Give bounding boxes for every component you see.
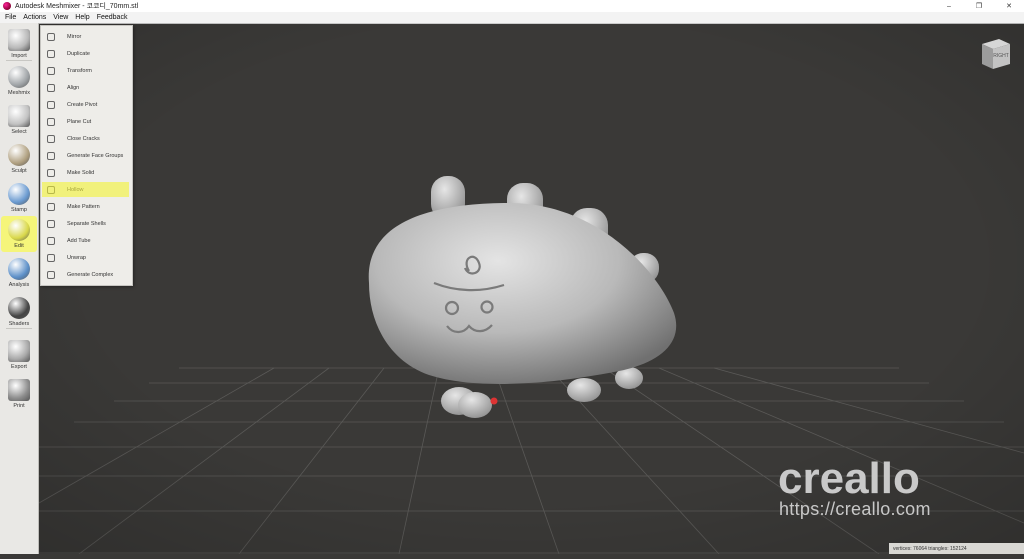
edit-submenu: Mirror Duplicate Transform Align Create Pivo… — [40, 25, 133, 286]
meshmixer-app-icon — [3, 2, 11, 10]
close-cracks-icon — [47, 134, 55, 143]
mirror-icon — [47, 32, 55, 41]
tool-select[interactable]: Select — [1, 102, 37, 138]
tool-sculpt[interactable]: Sculpt — [1, 141, 37, 177]
meshmix-icon — [8, 66, 30, 88]
left-toolbar: Import Meshmix Select Sculpt Stamp Edit Analys… — [0, 23, 39, 554]
shaders-icon — [8, 297, 30, 319]
edit-menu-align[interactable]: Align — [42, 80, 129, 95]
print-icon — [8, 379, 30, 401]
separate-shells-icon — [47, 219, 55, 228]
edit-menu-label: Mirror — [67, 33, 82, 40]
tool-label: Meshmix — [7, 90, 30, 96]
edit-menu-duplicate[interactable]: Duplicate — [42, 46, 129, 61]
unwrap-icon — [47, 253, 55, 262]
transform-icon — [47, 66, 55, 75]
edit-menu-separate-shells[interactable]: Separate Shells — [42, 216, 129, 231]
analysis-icon — [8, 258, 30, 280]
toolbar-divider — [6, 60, 32, 61]
edit-menu-label: Plane Cut — [67, 118, 92, 125]
edit-menu-label: Separate Shells — [67, 220, 106, 227]
make-pattern-icon — [47, 202, 55, 211]
mesh-stats: vertices: 76064 triangles: 152124 — [893, 545, 967, 552]
title-bar: Autodesk Meshmixer - 코코디_70mm.stl – ❐ ✕ — [0, 0, 1024, 12]
tool-label: Import — [11, 53, 27, 59]
toolbar-divider — [6, 328, 32, 329]
add-tube-icon — [47, 236, 55, 245]
tool-label: Export — [11, 364, 27, 370]
tool-label: Print — [13, 403, 25, 409]
view-cube[interactable]: RIGHT — [979, 36, 1013, 72]
status-bar: vertices: 76064 triangles: 152124 — [889, 543, 1024, 554]
edit-menu-generate-complex[interactable]: Generate Complex — [42, 267, 129, 282]
plane-cut-icon — [47, 117, 55, 126]
export-icon — [8, 340, 30, 362]
edit-menu-label: Close Cracks — [67, 135, 100, 142]
stamp-icon — [8, 183, 30, 205]
menu-feedback[interactable]: Feedback — [97, 14, 128, 21]
edit-menu-label: Generate Complex — [67, 271, 114, 278]
edit-menu-label: Create Pivot — [67, 101, 98, 108]
tool-export[interactable]: Export — [1, 337, 37, 373]
duplicate-icon — [47, 49, 55, 58]
hollow-icon — [47, 185, 55, 194]
edit-menu-label: Hollow — [67, 186, 84, 193]
tool-meshmix[interactable]: Meshmix — [1, 63, 37, 99]
window-title: Autodesk Meshmixer - 코코디_70mm.stl — [15, 3, 139, 10]
edit-menu-hollow[interactable]: Hollow — [42, 182, 129, 197]
view-cube-label: RIGHT — [993, 53, 1009, 59]
edit-menu-label: Align — [67, 84, 80, 91]
select-icon — [8, 105, 30, 127]
sculpt-icon — [8, 144, 30, 166]
menu-view[interactable]: View — [53, 14, 68, 21]
tool-label: Select — [11, 129, 27, 135]
edit-menu-mirror[interactable]: Mirror — [42, 29, 129, 44]
pivot-marker — [490, 397, 498, 405]
menu-help[interactable]: Help — [75, 14, 89, 21]
tool-shaders[interactable]: Shaders — [1, 294, 37, 330]
edit-menu-label: Generate Face Groups — [67, 152, 124, 159]
close-button[interactable]: ✕ — [994, 0, 1024, 12]
minimize-button[interactable]: – — [934, 0, 964, 12]
tool-stamp[interactable]: Stamp — [1, 180, 37, 216]
edit-menu-make-pattern[interactable]: Make Pattern — [42, 199, 129, 214]
edit-menu-label: Add Tube — [67, 237, 91, 244]
create-pivot-icon — [47, 100, 55, 109]
edit-menu-label: Duplicate — [67, 50, 90, 57]
generate-complex-icon — [47, 270, 55, 279]
tool-edit[interactable]: Edit — [1, 216, 37, 252]
tool-label: Analysis — [8, 282, 30, 288]
make-solid-icon — [47, 168, 55, 177]
edit-menu-close-cracks[interactable]: Close Cracks — [42, 131, 129, 146]
generate-face-groups-icon — [47, 151, 55, 160]
menu-actions[interactable]: Actions — [23, 14, 46, 21]
edit-menu-label: Make Pattern — [67, 203, 100, 210]
edit-menu-add-tube[interactable]: Add Tube — [42, 233, 129, 248]
plus-icon — [8, 29, 30, 51]
edit-menu-label: Unwrap — [67, 254, 86, 261]
edit-menu-label: Transform — [67, 67, 92, 74]
edit-menu-plane-cut[interactable]: Plane Cut — [42, 114, 129, 129]
edit-menu-generate-face-groups[interactable]: Generate Face Groups — [42, 148, 129, 163]
align-icon — [47, 83, 55, 92]
tool-import[interactable]: Import — [1, 26, 37, 62]
edit-menu-make-solid[interactable]: Make Solid — [42, 165, 129, 180]
edit-icon — [8, 219, 30, 241]
restore-button[interactable]: ❐ — [964, 0, 994, 12]
tool-print[interactable]: Print — [1, 376, 37, 412]
tool-label: Edit — [14, 243, 24, 249]
watermark-url: https://creallo.com — [779, 499, 931, 519]
edit-menu-create-pivot[interactable]: Create Pivot — [42, 97, 129, 112]
edit-menu-unwrap[interactable]: Unwrap — [42, 250, 129, 265]
tool-label: Sculpt — [11, 168, 27, 174]
edit-menu-transform[interactable]: Transform — [42, 63, 129, 78]
tool-label: Shaders — [8, 321, 30, 327]
creallo-logo: creallo — [778, 454, 966, 503]
edit-menu-label: Make Solid — [67, 169, 95, 176]
menu-file[interactable]: File — [5, 14, 16, 21]
tool-label: Stamp — [11, 207, 27, 213]
tool-analysis[interactable]: Analysis — [1, 255, 37, 291]
logo-text: creallo — [778, 455, 920, 501]
